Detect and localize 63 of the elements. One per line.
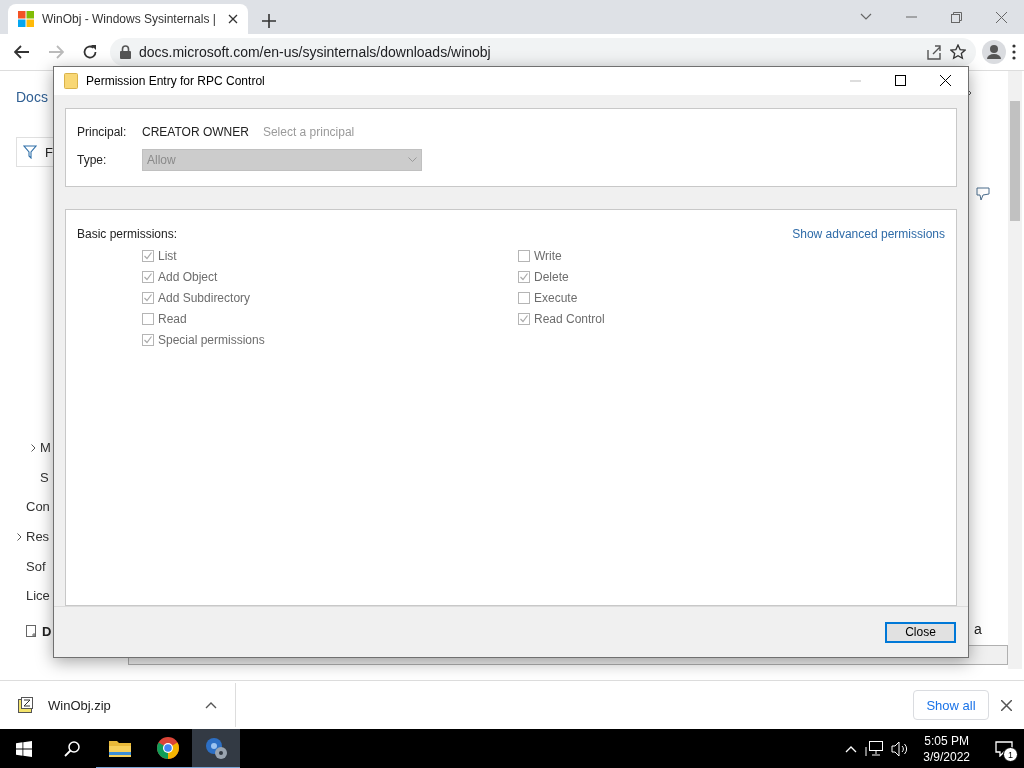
browser-tab[interactable]: WinObj - Windows Sysinternals |: [8, 4, 248, 34]
folder-icon: [64, 72, 78, 89]
checkbox-label: Add Object: [158, 270, 218, 285]
section-label: Basic permissions:: [77, 226, 178, 241]
checkbox-label: Delete: [534, 270, 569, 285]
notification-count: 1: [1003, 747, 1018, 762]
type-label: Type:: [77, 152, 108, 167]
filter-icon: [23, 145, 37, 159]
address-bar[interactable]: docs.microsoft.com/en-us/sysinternals/downloads/winobj: [110, 38, 976, 66]
lock-icon: [120, 45, 131, 59]
scrollbar[interactable]: [1008, 71, 1022, 669]
close-icon[interactable]: [940, 75, 951, 87]
checkbox-label: List: [158, 249, 177, 264]
volume-icon[interactable]: [891, 741, 910, 757]
search-icon[interactable]: [64, 741, 80, 757]
chevron-up-icon[interactable]: [205, 701, 217, 709]
notifications-icon[interactable]: [995, 741, 1013, 757]
chevron-right-icon[interactable]: [16, 532, 22, 541]
gears-icon: [204, 736, 228, 760]
close-icon[interactable]: [1001, 699, 1012, 711]
caret-icon: [408, 156, 417, 163]
windows-logo-icon: [18, 11, 34, 27]
share-icon[interactable]: [926, 44, 942, 60]
sidebar-item[interactable]: M: [40, 440, 51, 456]
close-icon[interactable]: [228, 14, 238, 24]
close-button[interactable]: Close: [885, 621, 956, 643]
document-icon: [26, 625, 38, 638]
reload-icon[interactable]: [82, 44, 98, 60]
checkbox-label: Read Control: [534, 312, 605, 327]
sidebar-item[interactable]: S: [40, 469, 49, 485]
principal-label: Principal:: [77, 124, 128, 139]
docs-link[interactable]: Docs: [16, 89, 48, 105]
sidebar-item[interactable]: Res: [26, 529, 50, 545]
download-link[interactable]: D: [42, 624, 52, 639]
maximize-icon[interactable]: [895, 75, 906, 87]
show-all-button[interactable]: Show all: [913, 690, 989, 720]
chevron-down-icon[interactable]: [860, 13, 872, 21]
chrome-icon: [156, 736, 180, 760]
network-icon[interactable]: [865, 741, 884, 757]
windows-logo-icon[interactable]: [16, 741, 32, 757]
profile-icon[interactable]: [982, 40, 1006, 64]
folder-icon: [108, 738, 132, 758]
star-icon[interactable]: [950, 44, 966, 60]
advanced-permissions-link[interactable]: Show advanced permissions: [792, 226, 945, 241]
checkbox-label: Read: [158, 312, 187, 327]
menu-icon[interactable]: [1012, 44, 1016, 60]
checkbox-label: Write: [534, 249, 562, 264]
checkbox-label: Add Subdirectory: [158, 291, 251, 306]
checkbox-label: Execute: [534, 291, 578, 306]
sidebar-item[interactable]: Con: [26, 499, 50, 515]
zip-file-icon: [18, 697, 34, 713]
chevron-right-icon[interactable]: [30, 443, 36, 452]
new-tab-icon[interactable]: [262, 14, 276, 28]
principal-value: CREATOR OWNER: [142, 124, 249, 139]
download-item[interactable]: WinObj.zip: [48, 697, 191, 713]
sidebar-item[interactable]: Sof: [26, 558, 46, 574]
checkbox-label: Special permissions: [158, 333, 265, 348]
restore-icon[interactable]: [951, 11, 962, 23]
sidebar-item[interactable]: Lice: [26, 588, 50, 604]
back-icon[interactable]: [14, 45, 30, 59]
page-text: a: [974, 621, 982, 637]
clock[interactable]: 5:05 PM 3/9/2022: [917, 733, 976, 765]
window-title: Permission Entry for RPC Control: [86, 73, 266, 88]
